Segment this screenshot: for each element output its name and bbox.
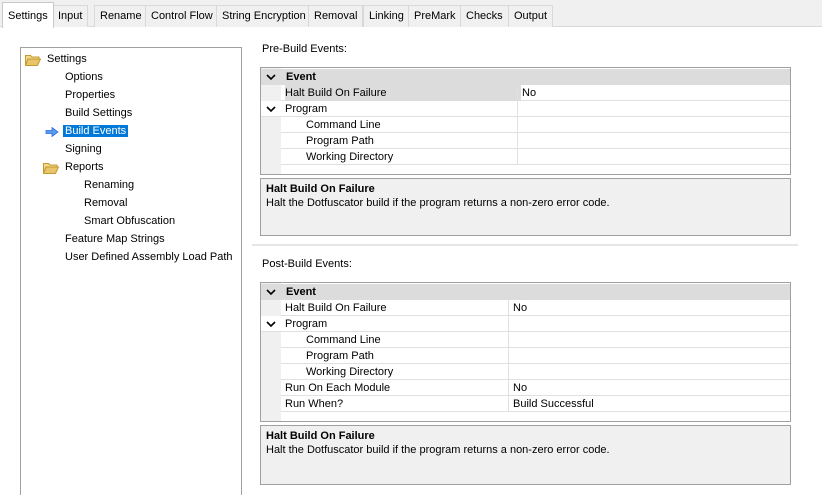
halt-build-label-text: Halt Build On Failure (285, 87, 387, 99)
tree-item-build-settings[interactable]: Build Settings (63, 105, 134, 122)
grid-row-program-path[interactable]: Program Path (281, 348, 790, 364)
run-each-module-label: Run On Each Module (285, 382, 391, 394)
tab-output[interactable]: Output (508, 5, 554, 27)
tab-checks[interactable]: Checks (460, 5, 509, 27)
tab-removal[interactable]: Removal (308, 5, 364, 27)
grid-row-run-when[interactable]: Run When? Build Successful (281, 396, 790, 412)
tab-string-encryption[interactable]: String Encryption (216, 5, 312, 27)
chevron-down-icon (266, 289, 276, 296)
grid-row-command-line[interactable]: Command Line (281, 117, 790, 133)
grid-row-program-path[interactable]: Program Path (281, 133, 790, 149)
post-build-property-grid[interactable]: Event Halt Build On Failure No Program C… (260, 282, 791, 422)
working-directory-value[interactable] (509, 364, 513, 380)
tree-label: Settings (47, 53, 87, 65)
help-title: Halt Build On Failure (266, 183, 375, 195)
working-directory-label: Working Directory (306, 151, 394, 163)
run-when-label: Run When? (285, 398, 344, 410)
tab-rename[interactable]: Rename (94, 5, 148, 27)
grid-row-working-directory[interactable]: Working Directory (281, 149, 790, 165)
arrow-right-icon (45, 127, 59, 137)
tree-item-signing[interactable]: Signing (63, 141, 104, 158)
tab-settings[interactable]: Settings (2, 2, 54, 28)
command-line-value[interactable] (518, 117, 522, 133)
program-value[interactable] (509, 316, 513, 332)
section-separator (252, 244, 798, 246)
command-line-label: Command Line (306, 119, 381, 131)
folder-open-icon (43, 163, 59, 174)
program-label: Program (285, 318, 328, 330)
halt-build-value[interactable]: No (518, 85, 536, 101)
pre-build-help-panel: Halt Build On Failure Halt the Dotfuscat… (260, 178, 791, 236)
grid-margin (261, 283, 281, 421)
tree-root-settings[interactable]: Settings (25, 51, 89, 68)
halt-build-value[interactable]: No (509, 300, 527, 316)
program-path-label: Program Path (306, 350, 374, 362)
settings-tree[interactable]: Settings Options Properties Build Settin… (20, 47, 242, 495)
tree-item-removal[interactable]: Removal (82, 195, 129, 212)
help-description: Halt the Dotfuscator build if the progra… (266, 197, 610, 209)
run-when-value[interactable]: Build Successful (509, 396, 594, 412)
grid-column-divider[interactable] (517, 85, 518, 165)
tree-item-properties[interactable]: Properties (63, 87, 117, 104)
grid-row-halt-build[interactable]: Halt Build On Failure No (281, 85, 790, 101)
grid-category-event[interactable]: Event (261, 284, 790, 300)
run-each-module-value[interactable]: No (509, 380, 527, 396)
program-path-value[interactable] (509, 348, 513, 364)
program-label: Program (285, 103, 328, 115)
help-title: Halt Build On Failure (266, 430, 375, 442)
tree-item-smart-obfuscation[interactable]: Smart Obfuscation (82, 213, 177, 230)
tree-item-options[interactable]: Options (63, 69, 105, 86)
help-description: Halt the Dotfuscator build if the progra… (266, 444, 610, 456)
post-build-title: Post-Build Events: (262, 258, 352, 270)
chevron-down-icon[interactable] (266, 105, 276, 113)
chevron-down-icon[interactable] (266, 320, 276, 328)
tree-item-user-defined-load-path[interactable]: User Defined Assembly Load Path (63, 249, 235, 266)
program-path-label: Program Path (306, 135, 374, 147)
program-path-value[interactable] (518, 133, 522, 149)
tab-input[interactable]: Input (52, 5, 89, 27)
pre-build-property-grid[interactable]: Event Halt Build On Failure No Program C… (260, 67, 791, 175)
grid-row-program[interactable]: Program (261, 316, 790, 332)
grid-column-divider[interactable] (508, 300, 509, 412)
tab-control-flow[interactable]: Control Flow (145, 5, 219, 27)
tree-item-renaming[interactable]: Renaming (82, 177, 136, 194)
folder-open-icon (25, 55, 41, 66)
tree-item-feature-map-strings[interactable]: Feature Map Strings (63, 231, 167, 248)
command-line-label: Command Line (306, 334, 381, 346)
working-directory-label: Working Directory (306, 366, 394, 378)
working-directory-value[interactable] (518, 149, 522, 165)
chevron-down-icon (266, 74, 276, 81)
tree-item-build-events[interactable]: Build Events (45, 123, 129, 140)
grid-category-event[interactable]: Event (261, 69, 790, 85)
command-line-value[interactable] (509, 332, 513, 348)
tab-premark[interactable]: PreMark (408, 5, 462, 27)
tab-linking[interactable]: Linking (363, 5, 410, 27)
halt-build-label: Halt Build On Failure (285, 302, 387, 314)
post-build-help-panel: Halt Build On Failure Halt the Dotfuscat… (260, 425, 791, 485)
pre-build-title: Pre-Build Events: (262, 43, 347, 55)
grid-row-run-each-module[interactable]: Run On Each Module No (281, 380, 790, 396)
grid-row-halt-build[interactable]: Halt Build On Failure No (281, 300, 790, 316)
settings-content: Settings Options Properties Build Settin… (0, 27, 822, 495)
program-value[interactable] (518, 101, 522, 117)
grid-row-program[interactable]: Program (261, 101, 790, 117)
grid-row-command-line[interactable]: Command Line (281, 332, 790, 348)
tab-strip: Settings Input Rename Control Flow Strin… (0, 0, 822, 28)
tree-item-reports[interactable]: Reports (43, 159, 106, 176)
grid-row-working-directory[interactable]: Working Directory (281, 364, 790, 380)
